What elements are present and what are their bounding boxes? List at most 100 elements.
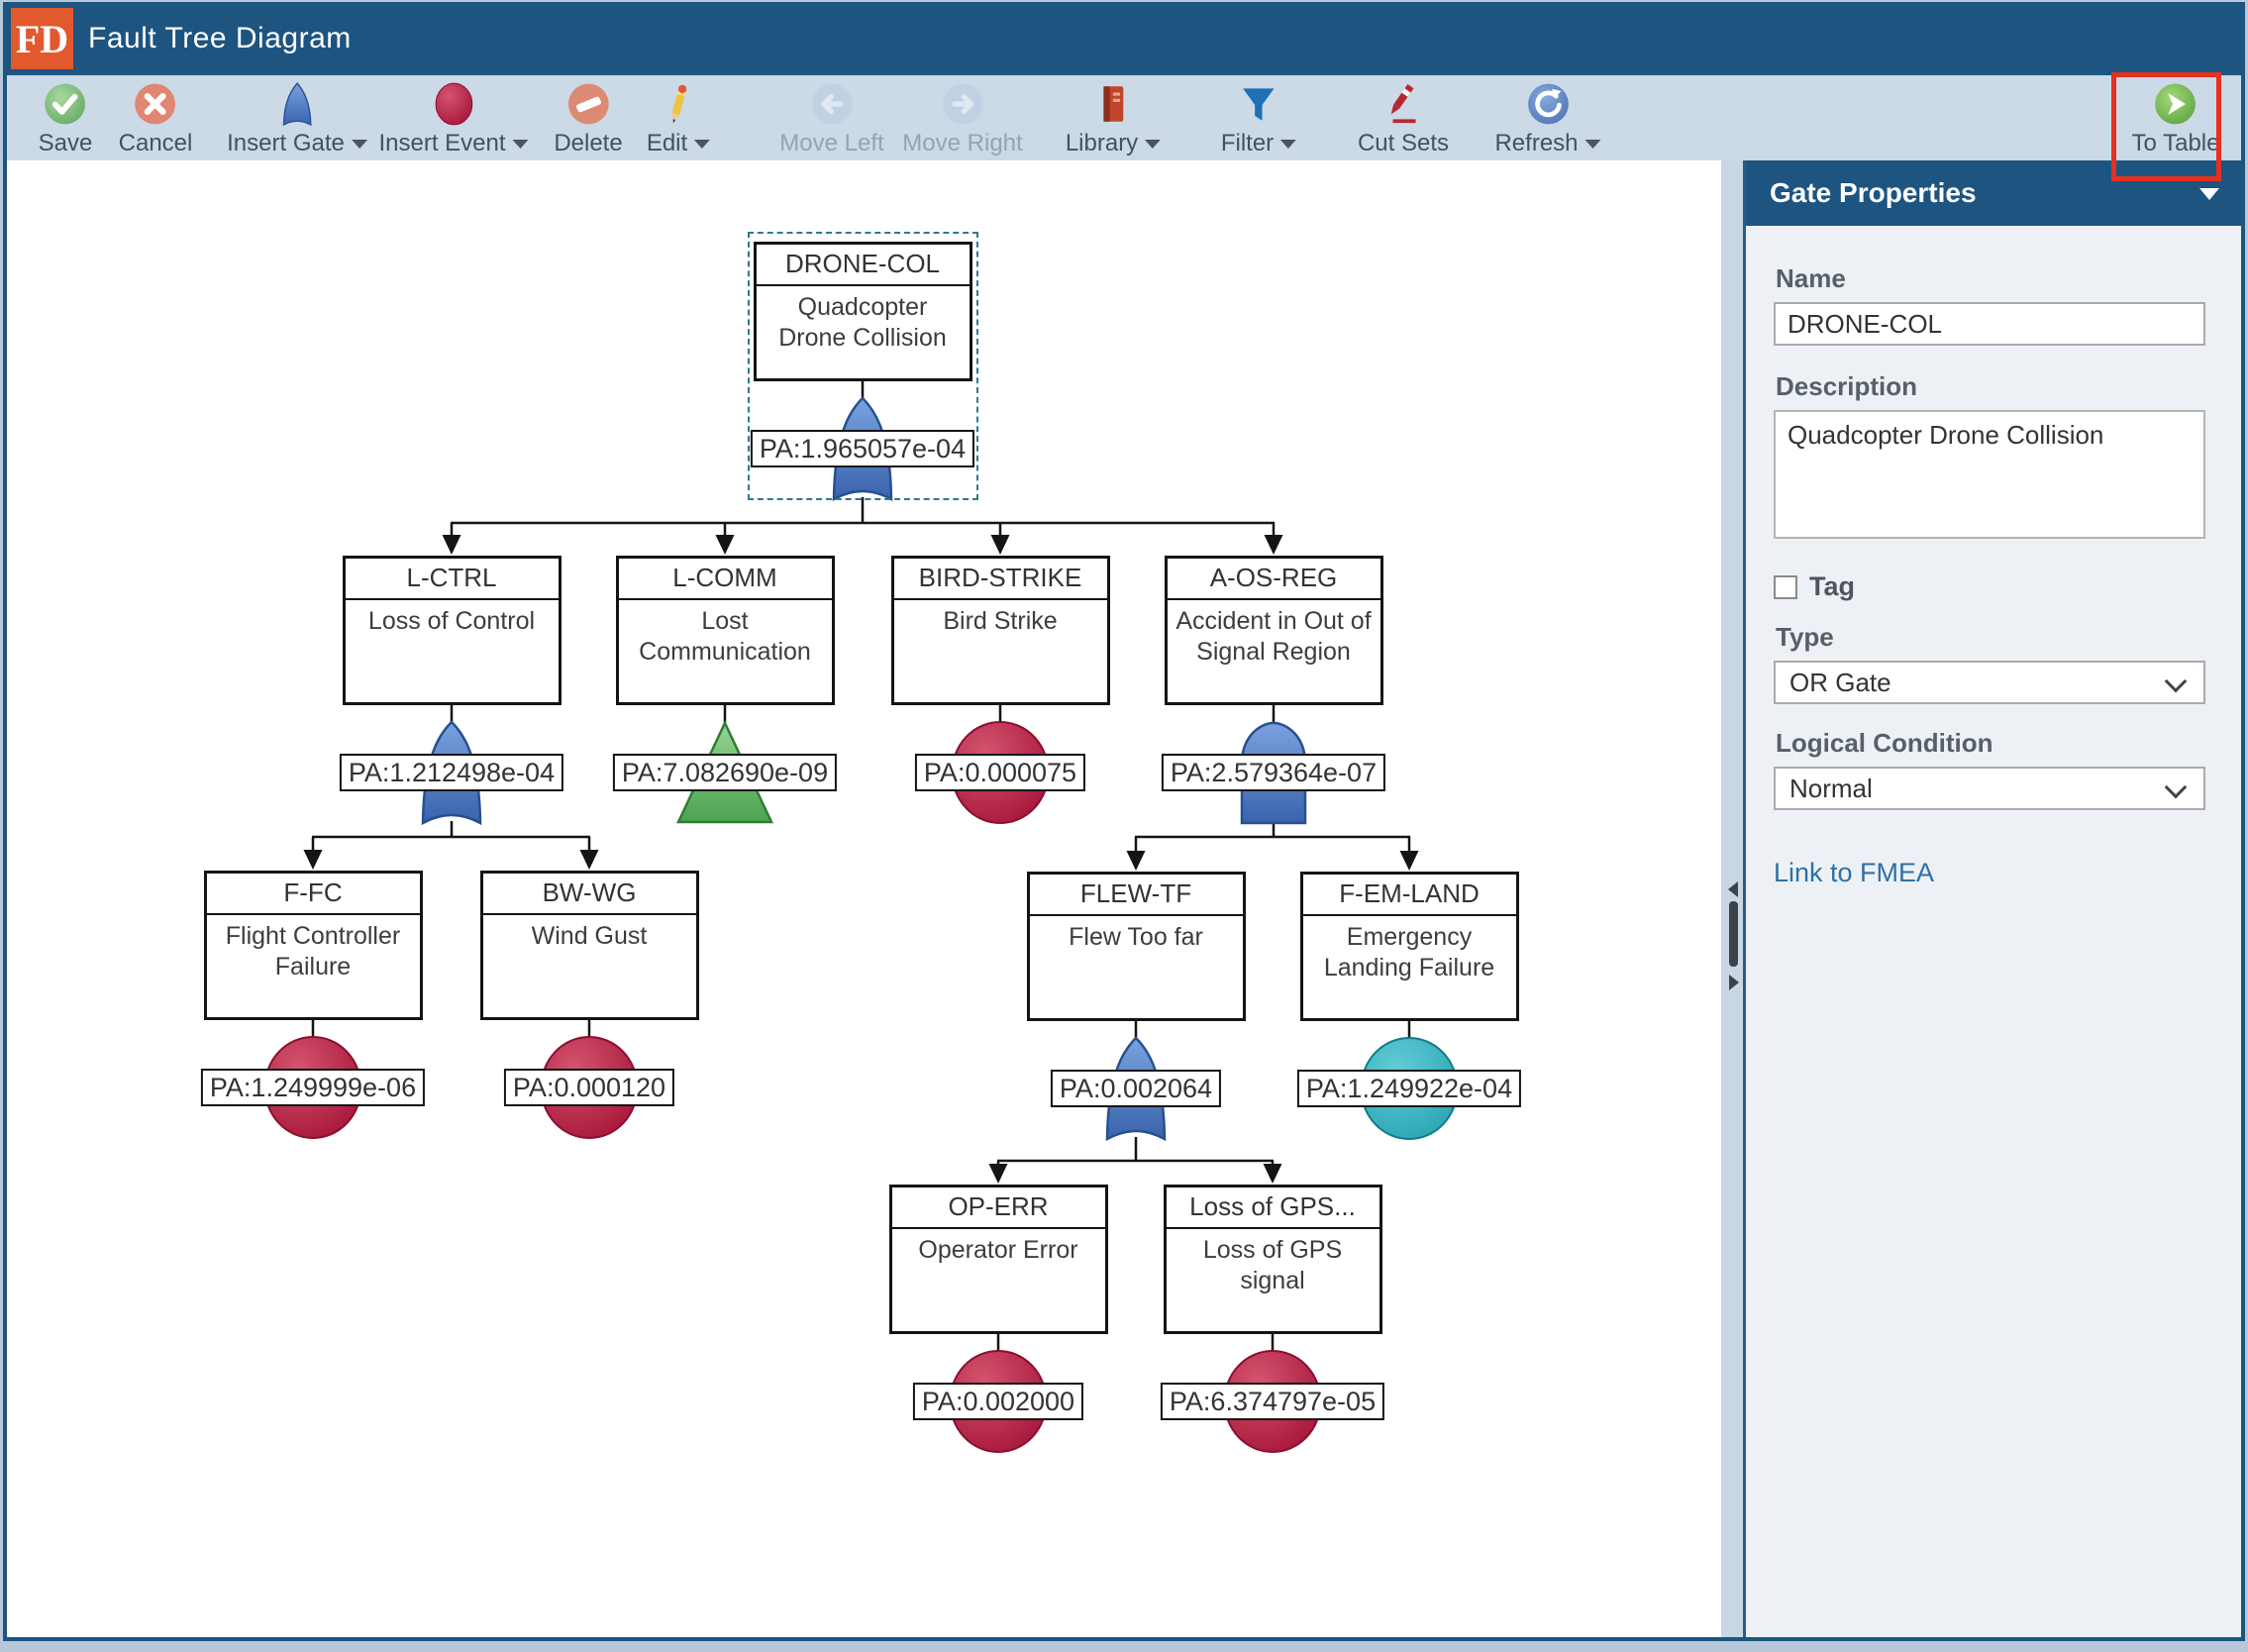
splitter-collapse-icon[interactable] (1728, 881, 1738, 897)
pa-value-label: PA:0.000120 (504, 1069, 674, 1106)
save-icon (43, 80, 88, 128)
node-description: Quadcopter Drone Collision (757, 286, 970, 353)
toolbar-button-move-left: Move Left (779, 80, 883, 157)
tree-node-L-COMM[interactable]: L-COMMLost Communication (616, 556, 835, 705)
insert-gate-icon (274, 80, 320, 128)
node-name: OP-ERR (892, 1187, 1105, 1229)
pa-value-label: PA:1.249999e-06 (201, 1069, 425, 1106)
description-input[interactable]: Quadcopter Drone Collision (1774, 410, 2205, 539)
tree-node-LOSS-GPS[interactable]: Loss of GPS...Loss of GPS signal (1164, 1185, 1382, 1334)
tree-node-F-FC[interactable]: F-FCFlight Controller Failure (204, 871, 423, 1020)
name-input[interactable] (1774, 302, 2205, 346)
toolbar-button-label: Delete (554, 130, 622, 157)
pa-value-label: PA:6.374797e-05 (1161, 1383, 1384, 1420)
toolbar-button-insert-gate[interactable]: Insert Gate (227, 80, 367, 157)
toolbar-button-move-right: Move Right (902, 80, 1022, 157)
dropdown-caret-icon (1280, 140, 1296, 149)
logical-condition-select[interactable]: Normal (1774, 767, 2205, 810)
tree-node-DRONE-COL[interactable]: DRONE-COLQuadcopter Drone Collision (754, 242, 972, 381)
node-name: L-CTRL (346, 559, 559, 600)
name-label: Name (1776, 263, 2205, 294)
node-description: Operator Error (892, 1229, 1105, 1266)
pa-value-label: PA:1.965057e-04 (751, 430, 974, 467)
insert-event-icon (431, 80, 476, 128)
tree-node-FLEW-TF[interactable]: FLEW-TFFlew Too far (1027, 872, 1246, 1021)
node-description: Bird Strike (894, 600, 1107, 637)
gate-properties-panel: Gate Properties Name Description Quadcop… (1743, 160, 2241, 1637)
toolbar-button-edit[interactable]: Edit (647, 80, 710, 157)
fmea-link[interactable]: Link to FMEA (1774, 858, 1934, 888)
to-table-icon (2153, 80, 2198, 128)
cancel-icon (133, 80, 178, 128)
toolbar-button-to-table[interactable]: To Table (2132, 80, 2220, 157)
node-name: DRONE-COL (757, 245, 970, 286)
app-logo: FD (11, 8, 73, 69)
node-name: F-EM-LAND (1303, 875, 1516, 916)
node-name: F-FC (207, 874, 420, 915)
tree-node-L-CTRL[interactable]: L-CTRLLoss of Control (343, 556, 562, 705)
panel-title: Gate Properties (1770, 177, 1977, 209)
node-description: Accident in Out of Signal Region (1168, 600, 1380, 667)
pa-value-label: PA:2.579364e-07 (1162, 754, 1385, 791)
tree-node-OP-ERR[interactable]: OP-ERROperator Error (889, 1185, 1108, 1334)
pa-value-label: PA:0.000075 (915, 754, 1085, 791)
tag-label: Tag (1809, 571, 1855, 602)
toolbar-button-label: Library (1066, 130, 1138, 157)
tag-checkbox[interactable] (1774, 575, 1797, 599)
tree-node-BW-WG[interactable]: BW-WGWind Gust (480, 871, 699, 1020)
window-frame-bottom (3, 1637, 2245, 1641)
splitter-expand-icon[interactable] (1729, 975, 1739, 990)
dropdown-caret-icon (1585, 140, 1601, 149)
toolbar-button-delete[interactable]: Delete (554, 80, 622, 157)
toolbar: Save Cancel Insert Gate Insert Event Delete E… (7, 75, 2241, 160)
toolbar-button-filter[interactable]: Filter (1221, 80, 1296, 157)
app-window: { "window": { "logo": "FD", "title": "Fa… (0, 0, 2248, 1652)
library-icon (1090, 80, 1136, 128)
node-description: Flew Too far (1030, 916, 1243, 953)
node-description: Wind Gust (483, 915, 696, 952)
window-frame-right (2241, 2, 2245, 1641)
toolbar-button-label: Move Right (902, 130, 1022, 157)
title-bar: FD Fault Tree Diagram (7, 2, 2241, 75)
node-name: BW-WG (483, 874, 696, 915)
dropdown-caret-icon (1145, 140, 1161, 149)
toolbar-button-label: To Table (2132, 130, 2220, 157)
toolbar-button-label: Edit (647, 130, 687, 157)
tree-node-A-OS-REG[interactable]: A-OS-REGAccident in Out of Signal Region (1165, 556, 1383, 705)
tree-node-F-EM-LAND[interactable]: F-EM-LANDEmergency Landing Failure (1300, 872, 1519, 1021)
tag-row: Tag (1774, 571, 2205, 602)
toolbar-button-library[interactable]: Library (1066, 80, 1161, 157)
node-description: Loss of Control (346, 600, 559, 637)
node-description: Lost Communication (619, 600, 832, 667)
toolbar-button-refresh[interactable]: Refresh (1494, 80, 1600, 157)
dropdown-caret-icon (694, 140, 710, 149)
pa-value-label: PA:0.002000 (913, 1383, 1083, 1420)
logical-condition-label: Logical Condition (1776, 728, 2205, 759)
toolbar-button-cancel[interactable]: Cancel (119, 80, 193, 157)
dropdown-caret-icon (352, 140, 367, 149)
type-label: Type (1776, 622, 2205, 653)
tree-node-BIRD-STRIKE[interactable]: BIRD-STRIKEBird Strike (891, 556, 1110, 705)
type-select[interactable]: OR Gate (1774, 661, 2205, 704)
move-left-icon (809, 80, 855, 128)
toolbar-button-label: Cancel (119, 130, 193, 157)
logical-condition-select-value: Normal (1789, 774, 1873, 804)
toolbar-button-label: Insert Event (378, 130, 505, 157)
filter-icon (1236, 80, 1281, 128)
panel-header[interactable]: Gate Properties (1746, 160, 2241, 226)
node-name: L-COMM (619, 559, 832, 600)
dropdown-caret-icon (513, 140, 529, 149)
toolbar-button-label: Refresh (1494, 130, 1578, 157)
toolbar-button-insert-event[interactable]: Insert Event (378, 80, 528, 157)
collapse-chevron-icon[interactable] (2199, 188, 2219, 200)
description-label: Description (1776, 371, 2205, 402)
toolbar-button-cut-sets[interactable]: Cut Sets (1358, 80, 1449, 157)
toolbar-button-label: Move Left (779, 130, 883, 157)
chevron-down-icon (2165, 671, 2188, 693)
app-title: Fault Tree Diagram (88, 22, 352, 55)
toolbar-button-label: Filter (1221, 130, 1274, 157)
toolbar-button-save[interactable]: Save (39, 80, 93, 157)
splitter-handle[interactable] (1729, 901, 1738, 967)
diagram-canvas[interactable]: DRONE-COLQuadcopter Drone Collision PA:1.… (7, 160, 1721, 1637)
chevron-down-icon (2165, 776, 2188, 799)
